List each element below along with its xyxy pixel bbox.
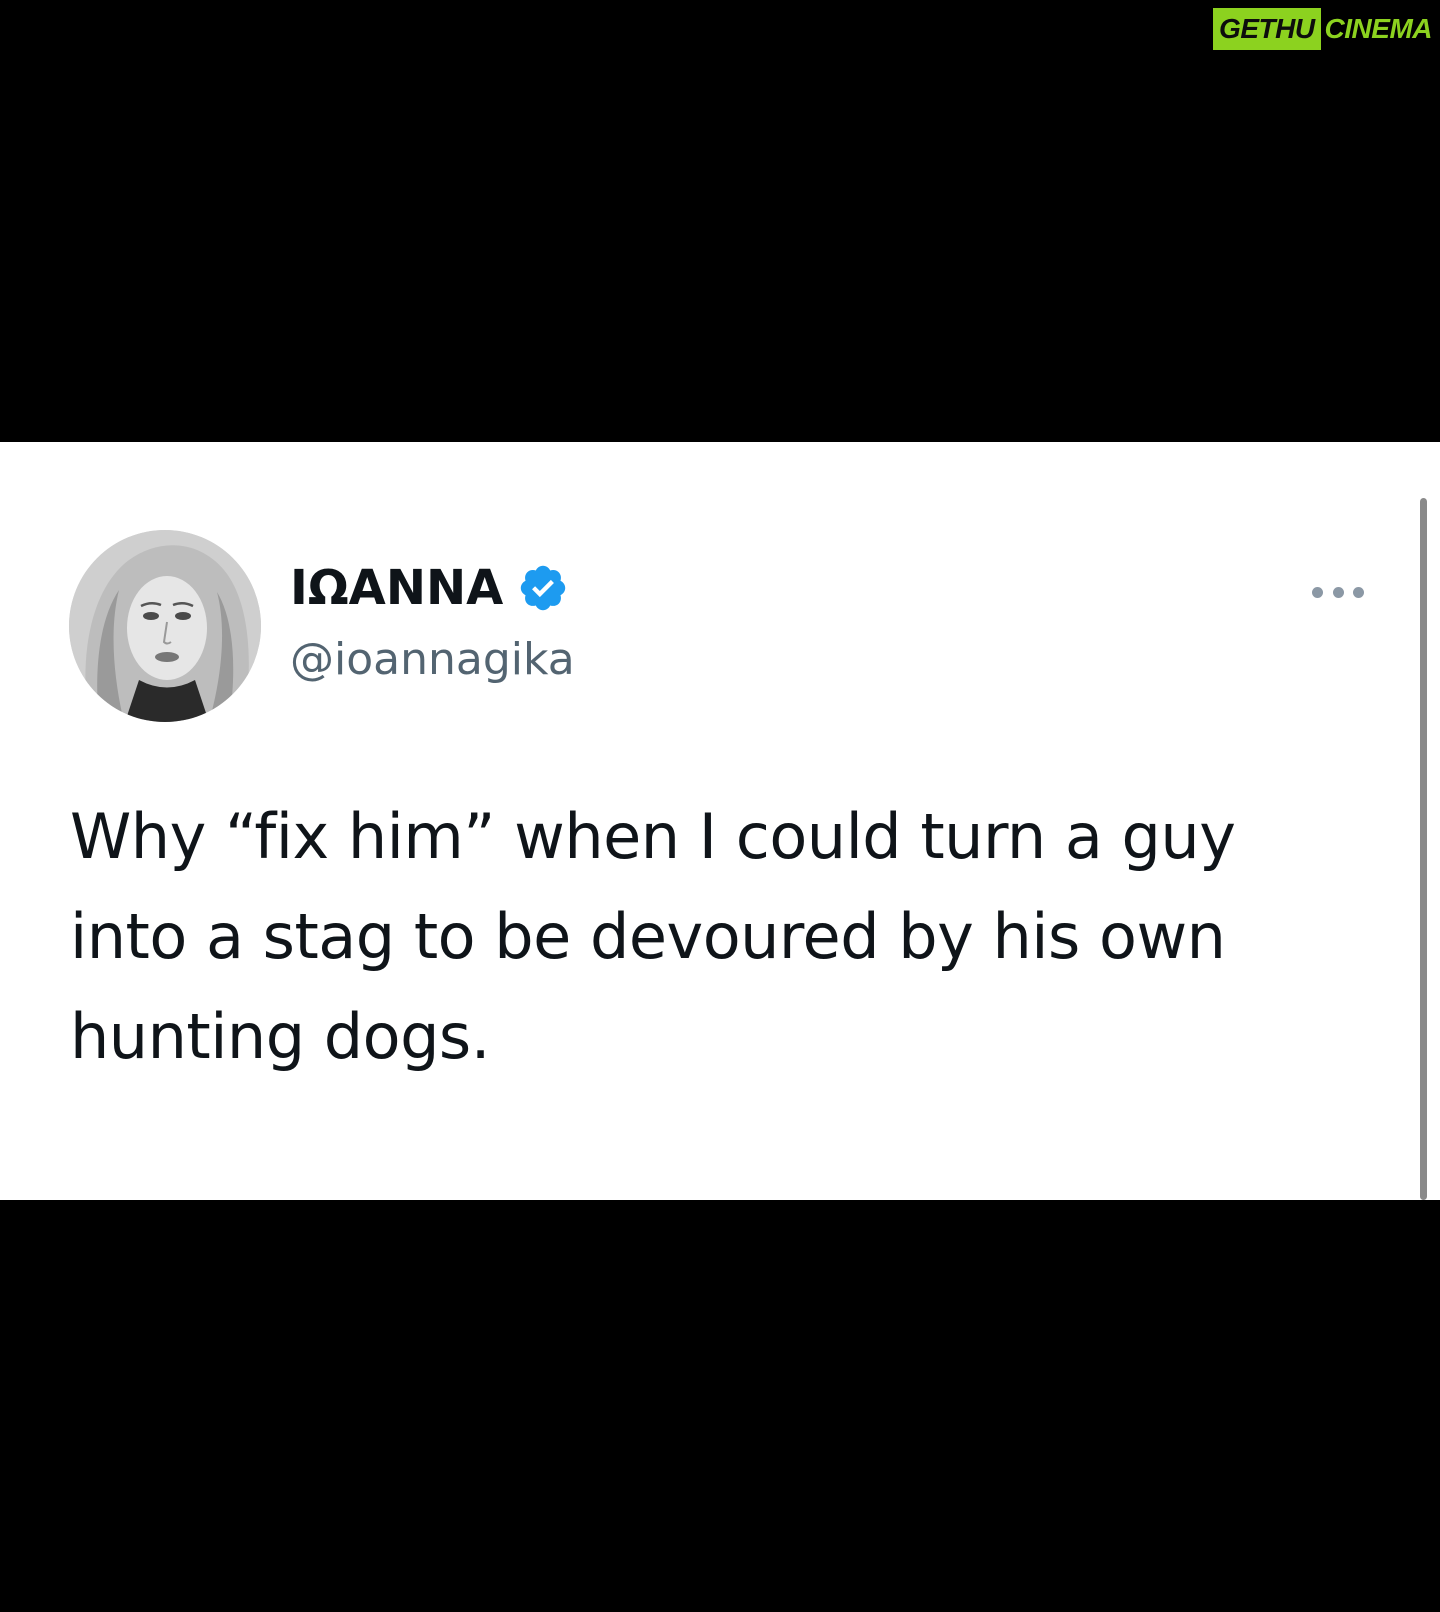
verified-badge-icon bbox=[521, 565, 566, 611]
tweet-text: Why “fix him” when I could turn a guy in… bbox=[70, 800, 1236, 1073]
dot bbox=[1332, 586, 1344, 598]
watermark-logo: GETHU CINEMA bbox=[1213, 8, 1436, 50]
author-name-row: ΙΩΑΝΝΑ bbox=[290, 560, 569, 616]
dot bbox=[1312, 586, 1323, 598]
tweet-card: ΙΩΑΝΝΑ @ioannagika Why “fix him” when I … bbox=[0, 442, 1440, 1200]
user-handle[interactable]: @ioannagika bbox=[290, 632, 575, 688]
avatar[interactable] bbox=[69, 530, 261, 722]
display-name[interactable]: ΙΩΑΝΝΑ bbox=[290, 560, 503, 616]
watermark-part-1: GETHU bbox=[1213, 8, 1321, 50]
more-dots-icon[interactable] bbox=[1312, 582, 1364, 602]
dot bbox=[1353, 586, 1364, 598]
avatar-photo-icon bbox=[69, 530, 261, 722]
watermark-part-2: CINEMA bbox=[1324, 13, 1433, 44]
scrollbar[interactable] bbox=[1420, 498, 1427, 1200]
